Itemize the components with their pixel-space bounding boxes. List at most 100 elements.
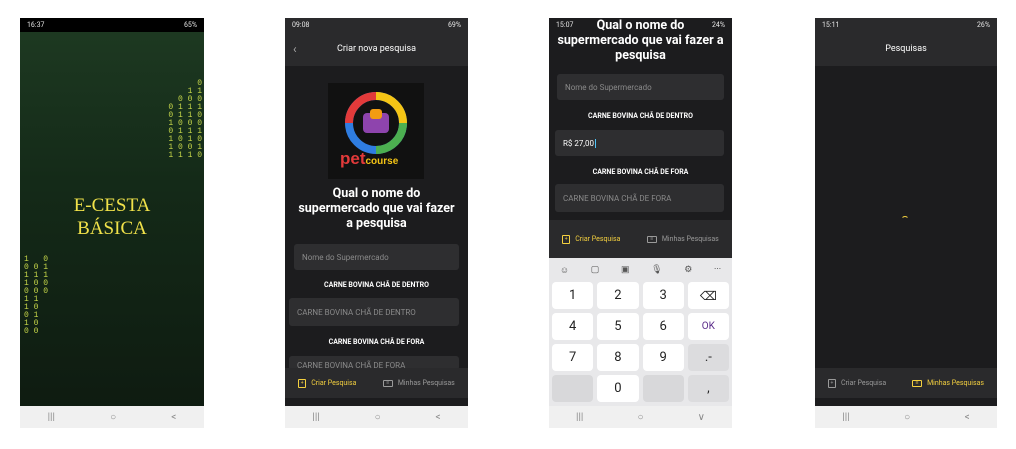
loading-spinner-icon [901, 216, 909, 224]
home-button[interactable]: ○ [375, 412, 381, 423]
logo-course-text: course [365, 156, 399, 167]
status-time: 15:11 [822, 21, 840, 29]
sticker-icon[interactable]: ▣ [621, 265, 630, 275]
key-,[interactable]: , [687, 375, 729, 402]
tab-my-surveys[interactable]: ≡ Minhas Pesquisas [646, 235, 719, 243]
page-title: Criar nova pesquisa [336, 44, 416, 54]
bottom-tab-bar: + Criar Pesquisa ≡ Minhas Pesquisas [815, 368, 997, 398]
list-icon: ≡ [382, 379, 393, 387]
splash-title: E-CESTA BÁSICA [20, 194, 204, 240]
binary-rain-right: 0 1 1 0 0 0 0 1 1 1 0 1 1 0 1 0 0 0 0 1 … [168, 79, 202, 160]
screen-create-survey: 09:08 69% ‹ Criar nova pesquisa petcours… [285, 18, 468, 428]
add-document-icon: + [298, 378, 307, 388]
bottom-tab-bar: + Criar Pesquisa ≡ Minhas Pesquisas [549, 220, 732, 258]
system-nav-bar: ||| ○ < [815, 406, 997, 428]
product1-input[interactable]: CARNE BOVINA CHÃ DE DENTRO [289, 298, 459, 326]
text-cursor [594, 138, 596, 148]
status-time: 16:37 [27, 21, 45, 29]
petcourse-logo: petcourse [328, 83, 424, 179]
list-icon: ≡ [912, 379, 923, 387]
back-button[interactable]: < [435, 412, 440, 423]
recents-button[interactable]: ||| [312, 412, 319, 423]
system-nav-bar: ||| ○ < [20, 406, 204, 428]
tab-create-survey[interactable]: + Criar Pesquisa [562, 234, 621, 244]
home-button[interactable]: ○ [904, 412, 910, 423]
home-button[interactable]: ○ [637, 412, 643, 423]
key-ok[interactable]: OK [687, 313, 729, 340]
key-1[interactable]: 1 [552, 282, 594, 309]
add-document-icon: + [562, 234, 571, 244]
tab-my-surveys[interactable]: ≡ Minhas Pesquisas [912, 379, 984, 387]
key-5[interactable]: 5 [597, 313, 639, 340]
key-3[interactable]: 3 [642, 282, 684, 309]
tab-create-survey[interactable]: + Criar Pesquisa [827, 378, 887, 388]
key-0[interactable]: 0 [597, 375, 639, 402]
clipboard-icon[interactable]: ▢ [591, 265, 600, 275]
settings-gear-icon[interactable]: ⚙ [684, 265, 692, 275]
tab-my-surveys[interactable]: ≡ Minhas Pesquisas [382, 379, 455, 387]
tab-create-label: Criar Pesquisa [575, 235, 621, 243]
tab-mine-label: Minhas Pesquisas [661, 235, 719, 243]
question-heading: Qual o nome do supermercado que vai faze… [557, 18, 724, 63]
screen-surveys: 15:11 26% Pesquisas + Criar Pesquisa ≡ Min… [815, 18, 997, 428]
keyboard: ☺ ▢ ▣ 🎙 ⚙ ··· 1 2 3 ⌫ 4 5 6 OK 7 8 9 .- 0, [549, 258, 732, 406]
product2-label: CARNE BOVINA CHÃ DE FORA [592, 168, 689, 176]
status-battery: 26% [977, 21, 990, 29]
product2-label: CARNE BOVINA CHÃ DE FORA [328, 338, 425, 346]
screen-splash: 16:37 65% 0 1 1 0 0 0 0 1 1 1 0 1 1 0 1 … [20, 18, 204, 428]
product1-value: R$ 27,00 [563, 138, 594, 148]
app-bar: Pesquisas [815, 32, 997, 66]
tab-create-label: Criar Pesquisa [311, 379, 357, 387]
bottom-tab-bar: + Criar Pesquisa ≡ Minhas Pesquisas [285, 368, 468, 398]
key-8[interactable]: 8 [597, 344, 639, 371]
recents-button[interactable]: ||| [842, 412, 849, 423]
add-document-icon: + [827, 378, 836, 388]
status-bar: 09:08 69% [285, 18, 468, 32]
key-blank-12 [552, 375, 594, 402]
status-battery: 69% [448, 21, 461, 29]
key-2[interactable]: 2 [597, 282, 639, 309]
tab-create-label: Criar Pesquisa [840, 379, 887, 387]
tab-create-survey[interactable]: + Criar Pesquisa [298, 378, 357, 388]
key-7[interactable]: 7 [552, 344, 594, 371]
binary-rain-left: 1 0 0 0 1 1 1 1 1 0 0 0 0 0 1 1 1 0 0 1 … [24, 255, 49, 336]
more-icon[interactable]: ··· [714, 265, 721, 275]
key-backspace[interactable]: ⌫ [687, 282, 729, 309]
system-nav-bar: ||| ○ < [285, 406, 468, 428]
key-6[interactable]: 6 [642, 313, 684, 340]
splash-title-line2: BÁSICA [77, 218, 147, 239]
product1-input[interactable]: R$ 27,00 [555, 130, 724, 156]
status-battery: 65% [184, 21, 197, 29]
home-button[interactable]: ○ [110, 412, 116, 423]
microphone-icon[interactable]: 🎙 [651, 265, 662, 275]
logo-pet-text: pet [340, 149, 366, 168]
key-9[interactable]: 9 [642, 344, 684, 371]
key-blank-14 [642, 375, 684, 402]
back-button[interactable]: < [171, 412, 176, 423]
numeric-keypad: 1 2 3 ⌫ 4 5 6 OK 7 8 9 .- 0, [552, 282, 729, 402]
product1-label: CARNE BOVINA CHÃ DE DENTRO [324, 281, 429, 289]
splash-title-line1: E-CESTA [73, 195, 151, 216]
system-nav-bar: ||| ○ ∨ [549, 406, 732, 428]
status-time: 09:08 [292, 21, 310, 29]
key-.-[interactable]: .- [687, 344, 729, 371]
page-title: Pesquisas [885, 44, 927, 54]
supermarket-input[interactable]: Nome do Supermercado [294, 244, 459, 270]
recents-button[interactable]: ||| [576, 412, 583, 423]
hide-keyboard-button[interactable]: ∨ [698, 412, 705, 423]
list-icon: ≡ [646, 235, 657, 243]
emoji-icon[interactable]: ☺ [560, 265, 569, 276]
product2-input[interactable]: CARNE BOVINA CHÃ DE FORA [555, 184, 724, 212]
status-bar: 15:11 26% [815, 18, 997, 32]
keyboard-toolbar: ☺ ▢ ▣ 🎙 ⚙ ··· [549, 258, 732, 282]
status-bar: 16:37 65% [20, 18, 204, 32]
product1-label: CARNE BOVINA CHÃ DE DENTRO [588, 112, 693, 120]
back-button[interactable]: < [965, 412, 970, 423]
screen-create-survey-keyboard: 15:07 24% Qual o nome do supermercado qu… [549, 18, 732, 428]
tab-mine-label: Minhas Pesquisas [927, 379, 985, 387]
key-4[interactable]: 4 [552, 313, 594, 340]
back-arrow-icon[interactable]: ‹ [293, 42, 297, 56]
tab-mine-label: Minhas Pesquisas [397, 379, 455, 387]
recents-button[interactable]: ||| [48, 412, 55, 423]
supermarket-input[interactable]: Nome do Supermercado [557, 74, 724, 100]
